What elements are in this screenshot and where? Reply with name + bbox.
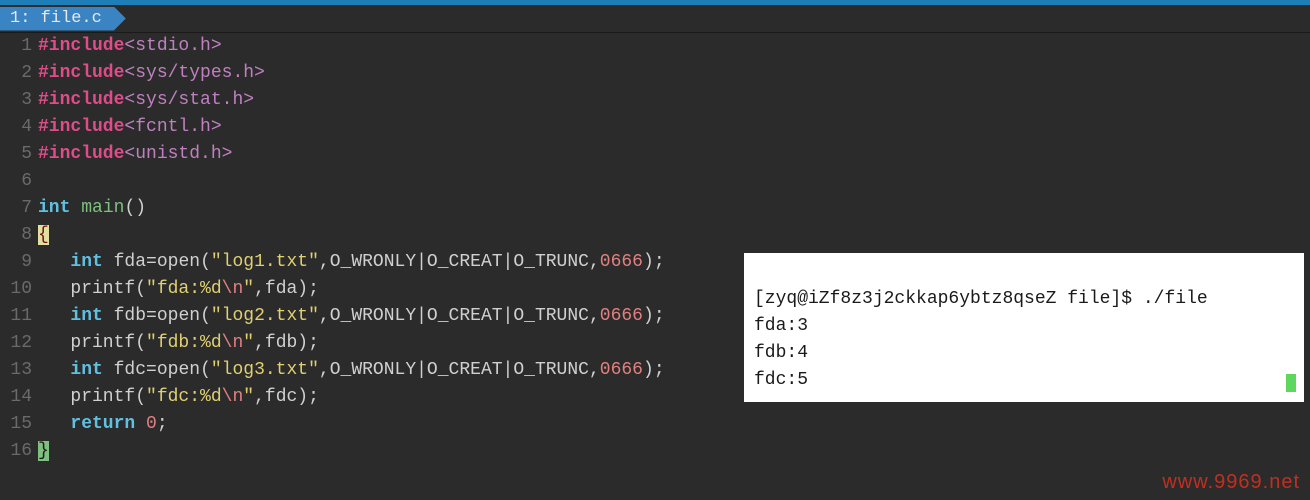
- tab-bar: 1: file.c: [0, 5, 1310, 33]
- line-number: 4: [0, 114, 32, 141]
- line-number: 5: [0, 141, 32, 168]
- terminal-output-line: fda:3: [754, 316, 808, 336]
- terminal-cursor-icon: [1286, 374, 1296, 392]
- terminal-prompt: [zyq@iZf8z3j2ckkap6ybtz8qseZ file]$: [754, 289, 1143, 309]
- code-line: [38, 168, 1310, 195]
- terminal-output-line: fdb:4: [754, 343, 808, 363]
- watermark-text: www.9969.net: [1162, 471, 1300, 494]
- line-number: 6: [0, 168, 32, 195]
- line-number: 15: [0, 411, 32, 438]
- line-number-gutter: 1 2 3 4 5 6 7 8 9 10 11 12 13 14 15 16: [0, 33, 38, 465]
- line-number: 13: [0, 357, 32, 384]
- code-line: return 0;: [38, 411, 1310, 438]
- line-number: 1: [0, 33, 32, 60]
- line-number: 14: [0, 384, 32, 411]
- line-number: 8: [0, 222, 32, 249]
- line-number: 7: [0, 195, 32, 222]
- code-line: #include<sys/types.h>: [38, 60, 1310, 87]
- terminal-command: ./file: [1143, 289, 1208, 309]
- code-line: {: [38, 222, 1310, 249]
- line-number: 9: [0, 249, 32, 276]
- terminal-output-line: fdc:5: [754, 370, 808, 390]
- code-line: int main(): [38, 195, 1310, 222]
- code-line: #include<fcntl.h>: [38, 114, 1310, 141]
- tab-filename: file.c: [41, 9, 102, 28]
- line-number: 11: [0, 303, 32, 330]
- tab-index: 1:: [10, 9, 30, 28]
- line-number: 16: [0, 438, 32, 465]
- terminal-panel[interactable]: [zyq@iZf8z3j2ckkap6ybtz8qseZ file]$ ./fi…: [744, 253, 1304, 402]
- tab-file-c[interactable]: 1: file.c: [0, 7, 126, 31]
- line-number: 3: [0, 87, 32, 114]
- line-number: 2: [0, 60, 32, 87]
- code-line: #include<unistd.h>: [38, 141, 1310, 168]
- code-line: #include<stdio.h>: [38, 33, 1310, 60]
- line-number: 10: [0, 276, 32, 303]
- line-number: 12: [0, 330, 32, 357]
- code-line: }: [38, 438, 1310, 465]
- code-line: #include<sys/stat.h>: [38, 87, 1310, 114]
